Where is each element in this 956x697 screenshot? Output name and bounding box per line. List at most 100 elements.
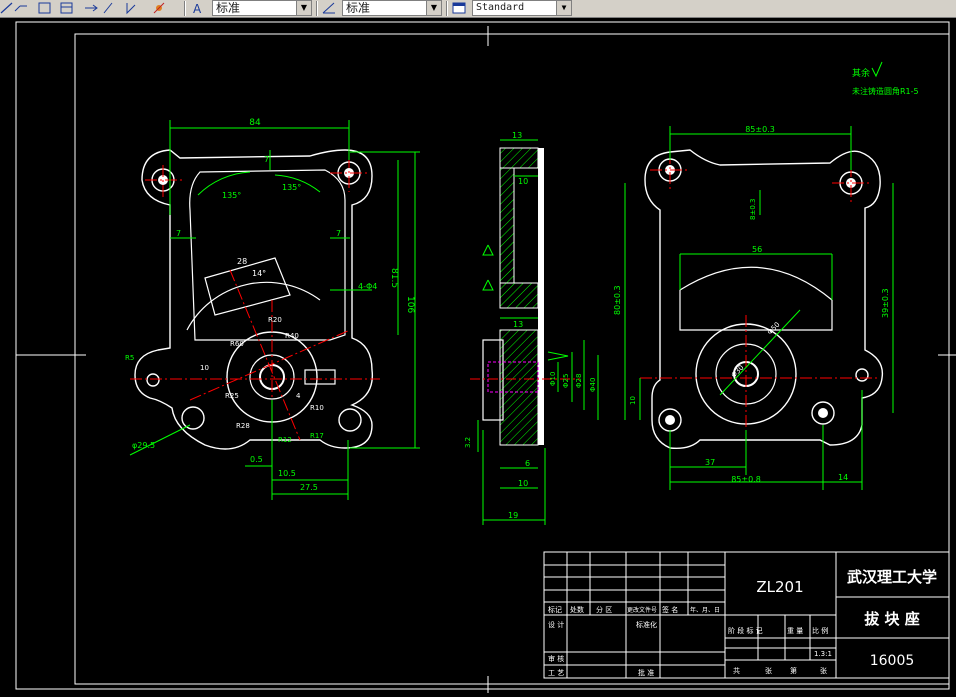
chevron-down-icon[interactable]: ▼ bbox=[556, 1, 571, 15]
dim-r5: R5 bbox=[125, 354, 134, 362]
sec-dim-19: 19 bbox=[508, 511, 518, 520]
rectangle-icon[interactable] bbox=[38, 1, 52, 15]
row-approve: 批 准 bbox=[638, 668, 654, 677]
col-header-0: 标记 bbox=[548, 605, 562, 614]
dim-angle-14: 14° bbox=[252, 269, 266, 278]
dim-angle-right: 135° bbox=[282, 183, 301, 192]
sec-dim-13-top: 13 bbox=[512, 131, 522, 140]
part-code: ZL201 bbox=[756, 578, 803, 596]
roughness-symbol-icon bbox=[871, 61, 883, 78]
leader-icon[interactable] bbox=[102, 1, 116, 15]
school-name: 武汉理工大学 bbox=[847, 568, 937, 586]
stage-header-1: 重 量 bbox=[787, 627, 803, 635]
table-style-select[interactable]: Standard ▼ bbox=[472, 0, 572, 16]
part-name: 拔 块 座 bbox=[864, 610, 919, 628]
dim-style-icon[interactable] bbox=[322, 1, 336, 15]
row-standard: 标准化 bbox=[636, 620, 657, 629]
text-style-icon[interactable]: A bbox=[192, 1, 206, 15]
row-design: 设 计 bbox=[548, 620, 564, 629]
dim-style-select[interactable]: 标准 ▼ bbox=[342, 0, 442, 16]
dim-106: 106 bbox=[405, 296, 415, 313]
svg-text:A: A bbox=[193, 2, 202, 15]
dim-81-5: 81.5 bbox=[389, 268, 399, 288]
rear-dim-8-3: 8±0.3 bbox=[749, 199, 757, 220]
rear-dim-85-top: 85±0.3 bbox=[745, 125, 775, 134]
dim-27-5: 27.5 bbox=[300, 483, 318, 492]
rear-sector bbox=[679, 266, 833, 331]
rear-dim-10: 10 bbox=[629, 396, 637, 405]
sector-tab bbox=[204, 257, 291, 316]
tech-note: 未注铸造圆角R1-5 bbox=[852, 86, 919, 96]
table-icon[interactable] bbox=[60, 1, 74, 15]
dim-r-lab-5: R28 bbox=[236, 422, 250, 430]
sec-dim-phi28: Φ28 bbox=[575, 374, 583, 388]
sheet-text-2: 第 bbox=[790, 666, 797, 675]
dim-style-value: 标准 bbox=[346, 1, 371, 15]
row-process: 工 艺 bbox=[548, 669, 564, 677]
rear-outline bbox=[644, 149, 884, 450]
col-header-1: 处数 bbox=[570, 605, 584, 614]
rear-view: 85±0.3 8±0.3 56 80±0.3 39±0.3 Φ50 Φ30 10… bbox=[613, 125, 894, 490]
toolbar: A 标准 ▼ 标准 ▼ Standard ▼ bbox=[0, 0, 956, 18]
sec-dim-10-bot: 10 bbox=[518, 479, 528, 488]
dim-r12: R12 bbox=[278, 436, 292, 444]
dim-width-top: 84 bbox=[249, 118, 261, 128]
drawing-canvas[interactable]: 其余 未注铸造圆角R1-5 84 135° 135° 7 7 7 81.5 10… bbox=[0, 18, 956, 697]
col-header-2: 分 区 bbox=[596, 605, 612, 614]
dim-r-lab-2: R60 bbox=[230, 340, 244, 348]
section-hatch-base bbox=[499, 329, 539, 446]
centering-marks bbox=[16, 26, 956, 693]
dim-28: 28 bbox=[237, 257, 247, 266]
arrow-icon[interactable] bbox=[84, 1, 98, 15]
front-outline bbox=[134, 149, 374, 450]
dim-4: 4 bbox=[296, 392, 301, 400]
sec-dim-phi25: Φ25 bbox=[562, 374, 570, 388]
rear-dim-phi30: Φ30 bbox=[730, 364, 746, 380]
rear-dim-39-3: 39±0.3 bbox=[881, 288, 890, 318]
title-block-text: ZL201 武汉理工大学 拔 块 座 16005 标记 处数 分 区 更改文件号… bbox=[548, 568, 937, 677]
sector-arc bbox=[186, 281, 321, 331]
stage-header-2: 比 例 bbox=[812, 626, 828, 635]
row-review: 审 核 bbox=[548, 654, 564, 663]
rear-dim-56: 56 bbox=[752, 245, 762, 254]
angle-icon[interactable] bbox=[124, 1, 138, 15]
col-header-3: 更改文件号 bbox=[627, 606, 657, 614]
section-plate bbox=[538, 148, 544, 445]
bolt-hole bbox=[181, 406, 205, 430]
sheet-text-1: 张 bbox=[765, 666, 772, 675]
rear-dim-14: 14 bbox=[838, 473, 848, 482]
section-hatch-mid bbox=[499, 282, 539, 309]
rear-dim-phi50: Φ50 bbox=[766, 321, 782, 337]
rear-dim-37: 37 bbox=[705, 458, 715, 467]
dim-10-left: 10 bbox=[200, 364, 209, 372]
line-icon[interactable] bbox=[14, 1, 28, 15]
dim-10-5: 10.5 bbox=[278, 469, 296, 478]
key-slot bbox=[304, 369, 336, 385]
dimension-icon[interactable] bbox=[0, 1, 14, 15]
sec-dim-3-2: 3.2 bbox=[464, 437, 472, 448]
dim-r17: R17 bbox=[310, 432, 324, 440]
sec-dim-phi10: Φ10 bbox=[549, 372, 557, 386]
dim-0-5: 0.5 bbox=[250, 455, 263, 464]
roughness-symbol-label: 其余 bbox=[852, 67, 870, 79]
toolbar-separator bbox=[446, 1, 448, 16]
sec-dim-phi40: Φ40 bbox=[589, 378, 597, 392]
chevron-down-icon[interactable]: ▼ bbox=[296, 1, 311, 15]
sec-dim-13-mid: 13 bbox=[513, 320, 523, 329]
dim-r-lab-4: R25 bbox=[225, 392, 239, 400]
rear-dim-85-bot: 85±0.8 bbox=[731, 475, 761, 484]
dim-holes: 4-Φ4 bbox=[358, 282, 377, 291]
dim-phi-29-5: φ29.5 bbox=[132, 441, 155, 450]
dim-7-right: 7 bbox=[336, 229, 341, 238]
toolbar-separator bbox=[184, 1, 186, 16]
chevron-down-icon[interactable]: ▼ bbox=[426, 1, 441, 15]
section-view: 13 10 13 Φ10 Φ25 Φ28 Φ40 6 10 19 3.2 bbox=[464, 131, 599, 525]
scale-value: 1.3:1 bbox=[814, 650, 832, 658]
dim-7-top: 7 bbox=[264, 155, 269, 164]
text-style-select[interactable]: 标准 ▼ bbox=[212, 0, 312, 16]
explode-icon[interactable] bbox=[152, 1, 166, 15]
dim-r-lab-1: R20 bbox=[268, 316, 282, 324]
table-style-icon[interactable] bbox=[452, 1, 466, 15]
dim-r10: R10 bbox=[310, 404, 324, 412]
dim-7-left: 7 bbox=[176, 229, 181, 238]
